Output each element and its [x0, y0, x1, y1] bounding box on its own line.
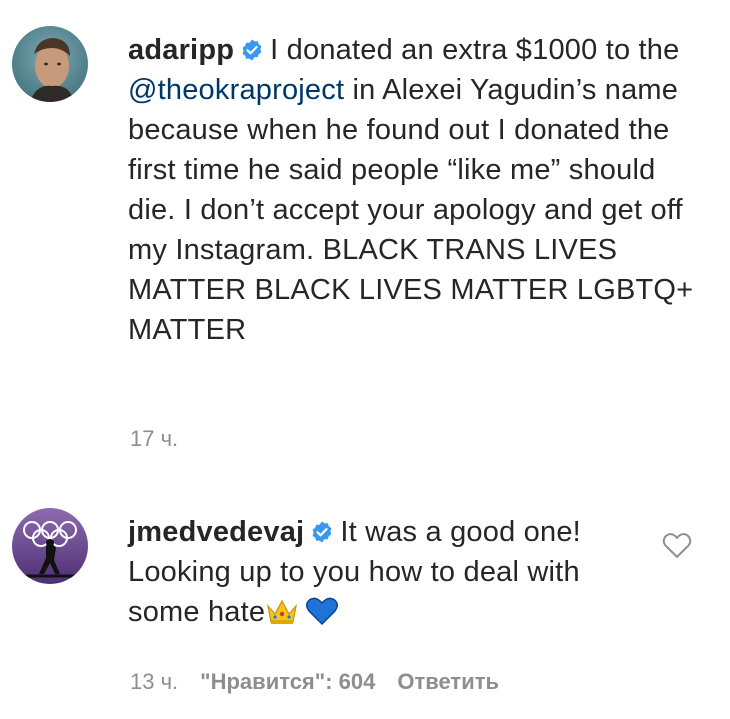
likes-count-button[interactable]: "Нравится": 604: [200, 669, 375, 694]
avatar-adaripp[interactable]: [12, 26, 88, 102]
verified-badge-icon: [242, 39, 262, 61]
comment-body: jmedvedevaj It was a good one! Looking up…: [128, 512, 598, 632]
comment-meta: 17 ч.: [130, 425, 178, 453]
comment-body: adaripp I donated an extra $1000 to the @…: [128, 30, 698, 350]
mention-link[interactable]: @theokraproject: [128, 74, 344, 106]
username-link[interactable]: jmedvedevaj: [128, 516, 304, 548]
avatar-image: [12, 508, 88, 584]
comment-adaripp: adaripp I donated an extra $1000 to the @…: [0, 0, 730, 470]
comment-jmedvedevaj: jmedvedevaj It was a good one! Looking up…: [0, 470, 730, 719]
avatar-jmedvedevaj[interactable]: [12, 508, 88, 584]
timestamp[interactable]: 17 ч.: [130, 426, 178, 451]
username-link[interactable]: adaripp: [128, 34, 234, 66]
verified-badge-icon: [312, 521, 332, 543]
reply-button[interactable]: Ответить: [397, 669, 499, 694]
comment-text-part1: I donated an extra $1000 to the: [270, 34, 680, 66]
comment-meta: 13 ч. "Нравится": 604 Ответить: [130, 668, 499, 696]
crown-emoji: [267, 599, 298, 624]
timestamp[interactable]: 13 ч.: [130, 669, 178, 694]
avatar-image: [12, 26, 88, 102]
heart-outline-icon[interactable]: [662, 531, 692, 559]
comment-text-part2: in Alexei Yagudin’s name because when he…: [128, 74, 694, 346]
blue-heart-emoji: [306, 597, 339, 625]
